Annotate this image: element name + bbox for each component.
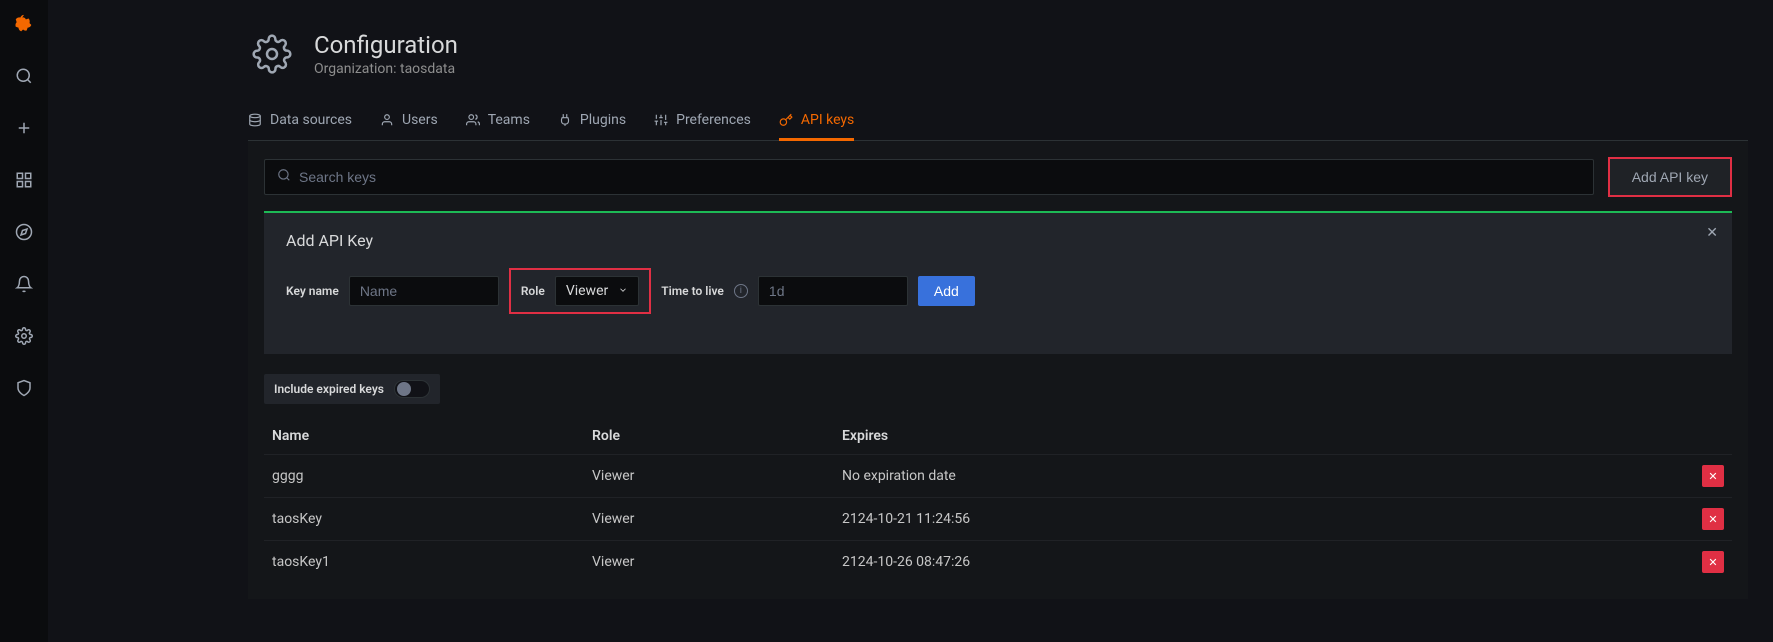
delete-button[interactable]: ✕ <box>1702 551 1724 573</box>
cell-expires: 2124-10-21 11:24:56 <box>834 498 1682 541</box>
tab-label: Plugins <box>580 112 626 128</box>
cell-name: taosKey <box>264 498 584 541</box>
table-header-expires: Expires <box>834 418 1682 455</box>
configuration-icon[interactable] <box>8 320 40 352</box>
key-name-input[interactable] <box>349 276 499 306</box>
search-icon <box>277 168 291 186</box>
explore-icon[interactable] <box>8 216 40 248</box>
grafana-logo[interactable] <box>8 8 40 40</box>
tab-preferences[interactable]: Preferences <box>654 102 751 141</box>
alerting-icon[interactable] <box>8 268 40 300</box>
include-expired-row: Include expired keys <box>264 374 440 404</box>
include-expired-toggle[interactable] <box>394 380 430 398</box>
role-group-highlight: Role Viewer <box>509 268 651 314</box>
tab-data-sources[interactable]: Data sources <box>248 102 352 141</box>
table-header-name: Name <box>264 418 584 455</box>
tab-users[interactable]: Users <box>380 102 438 141</box>
key-icon <box>779 113 793 127</box>
delete-button[interactable]: ✕ <box>1702 465 1724 487</box>
tab-plugins[interactable]: Plugins <box>558 102 626 141</box>
info-icon[interactable]: i <box>734 284 748 298</box>
server-admin-icon[interactable] <box>8 372 40 404</box>
role-label: Role <box>521 284 545 298</box>
key-name-label: Key name <box>286 284 339 298</box>
role-value: Viewer <box>566 283 608 299</box>
add-api-key-form: ✕ Add API Key Key name Role Viewer Time … <box>264 211 1732 354</box>
cell-expires: 2124-10-26 08:47:26 <box>834 541 1682 584</box>
search-icon[interactable] <box>8 60 40 92</box>
table-header-role: Role <box>584 418 834 455</box>
page-title: Configuration <box>314 31 458 59</box>
cell-role: Viewer <box>584 498 834 541</box>
table-row: taosKey1 Viewer 2124-10-26 08:47:26 ✕ <box>264 541 1732 584</box>
tab-label: Preferences <box>676 112 751 128</box>
gear-icon <box>248 30 296 78</box>
user-icon <box>380 113 394 127</box>
ttl-input[interactable] <box>758 276 908 306</box>
tab-teams[interactable]: Teams <box>466 102 530 141</box>
tab-label: Teams <box>488 112 530 128</box>
search-input-wrapper[interactable] <box>264 159 1594 195</box>
cell-name: gggg <box>264 455 584 498</box>
cell-role: Viewer <box>584 541 834 584</box>
main-content: Configuration Organization: taosdata Dat… <box>48 0 1773 642</box>
delete-button[interactable]: ✕ <box>1702 508 1724 530</box>
page-header: Configuration Organization: taosdata <box>248 30 1748 78</box>
cell-role: Viewer <box>584 455 834 498</box>
search-input[interactable] <box>299 169 1581 185</box>
add-button[interactable]: Add <box>918 276 975 306</box>
include-expired-label: Include expired keys <box>274 382 384 396</box>
toggle-knob <box>397 382 411 396</box>
tab-api-keys[interactable]: API keys <box>779 102 854 141</box>
table-row: gggg Viewer No expiration date ✕ <box>264 455 1732 498</box>
tab-content: Add API key ✕ Add API Key Key name Role … <box>248 141 1748 599</box>
chevron-down-icon <box>618 283 628 299</box>
sliders-icon <box>654 113 668 127</box>
users-icon <box>466 113 480 127</box>
tab-label: API keys <box>801 112 854 128</box>
database-icon <box>248 113 262 127</box>
plus-icon[interactable] <box>8 112 40 144</box>
sidebar <box>0 0 48 642</box>
tab-label: Users <box>402 112 438 128</box>
role-select[interactable]: Viewer <box>555 276 639 306</box>
cell-name: taosKey1 <box>264 541 584 584</box>
table-row: taosKey Viewer 2124-10-21 11:24:56 ✕ <box>264 498 1732 541</box>
ttl-label: Time to live <box>661 284 724 298</box>
plug-icon <box>558 113 572 127</box>
tabs: Data sources Users Teams Plugins Prefere… <box>248 102 1748 141</box>
tab-label: Data sources <box>270 112 352 128</box>
close-icon[interactable]: ✕ <box>1706 225 1718 241</box>
cell-expires: No expiration date <box>834 455 1682 498</box>
page-subtitle: Organization: taosdata <box>314 61 458 77</box>
dashboards-icon[interactable] <box>8 164 40 196</box>
add-api-key-button[interactable]: Add API key <box>1608 157 1732 197</box>
form-title: Add API Key <box>286 231 1710 250</box>
api-keys-table: Name Role Expires gggg Viewer No expirat… <box>264 418 1732 583</box>
